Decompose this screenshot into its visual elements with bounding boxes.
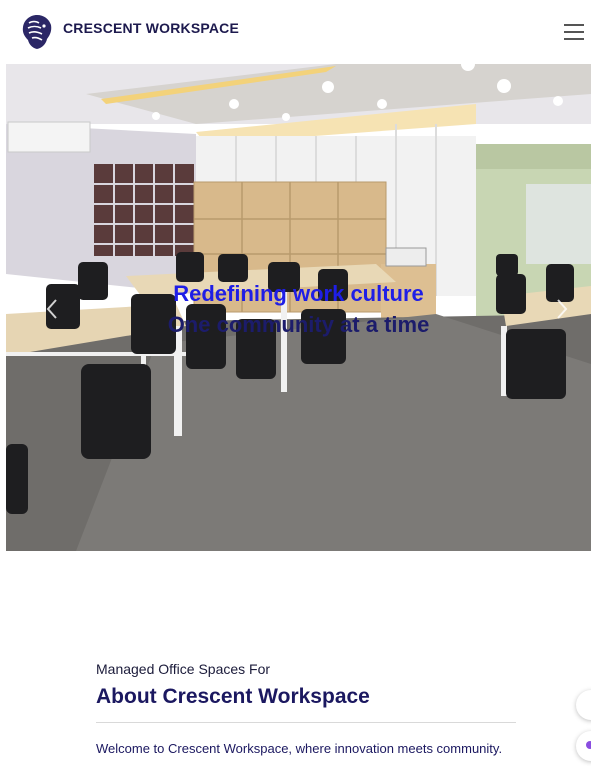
lion-head-icon[interactable] [20, 13, 54, 51]
site-header: CRESCENT WORKSPACE [0, 0, 591, 64]
hero-office-image [6, 64, 591, 551]
about-subtitle: Managed Office Spaces For [96, 661, 271, 677]
chat-widget-button[interactable] [576, 731, 591, 761]
about-title: About Crescent Workspace [96, 685, 370, 708]
brand-name[interactable]: CRESCENT WORKSPACE [63, 20, 239, 36]
hero-headline: Redefining work culture [173, 281, 424, 306]
hero-subheadline: One community at a time [167, 312, 430, 337]
hero-carousel: Redefining work culture One community at… [6, 64, 591, 551]
section-divider [96, 722, 516, 723]
chevron-right-icon[interactable] [552, 294, 572, 324]
chat-icon [586, 741, 591, 749]
about-text: Welcome to Crescent Workspace, where inn… [96, 741, 503, 756]
hamburger-menu-icon[interactable] [564, 22, 586, 40]
floating-action-button[interactable] [576, 690, 591, 720]
chevron-left-icon[interactable] [42, 294, 62, 324]
